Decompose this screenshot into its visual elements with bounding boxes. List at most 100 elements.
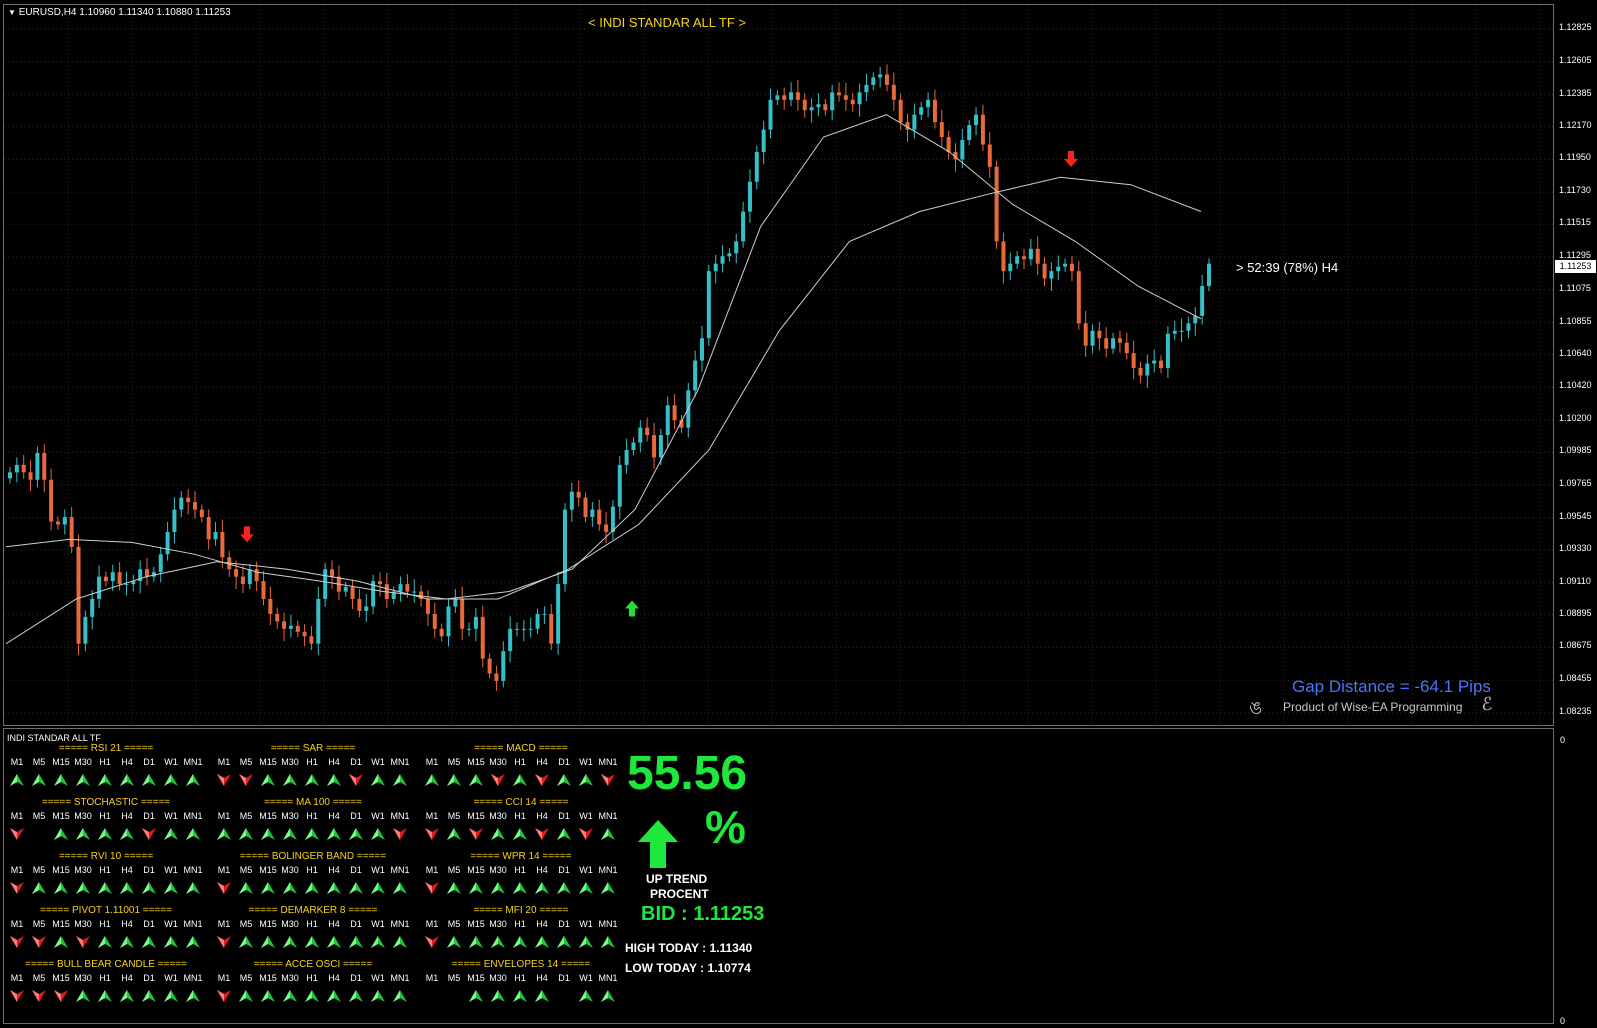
up-arrow-icon — [393, 882, 407, 894]
timeframe-label: M5 — [447, 919, 461, 929]
candle-body — [1117, 338, 1122, 343]
candle-body — [1022, 256, 1027, 260]
timeframe-label: MN1 — [598, 865, 618, 875]
indicator-block: ===== SAR ===== M1 M5 M15 M30 H1 H4 D1 W1 MN1 — [213, 743, 413, 797]
timeframe-label: H1 — [99, 811, 111, 821]
signal-up — [257, 989, 279, 1005]
candle-body — [28, 472, 33, 480]
up-arrow-icon — [557, 936, 571, 948]
indicator-block: ===== RVI 10 ===== M1 M5 M15 M30 H1 H4 D1 W1 MN1 — [6, 851, 206, 905]
candle-body — [974, 114, 979, 126]
timeframe-label: M30 — [281, 973, 299, 983]
candle-body — [1049, 271, 1054, 279]
signal-up — [575, 935, 597, 951]
signal-up — [345, 827, 367, 843]
indicator-block-title: ===== WPR 14 ===== — [470, 851, 572, 862]
candle-body — [535, 613, 540, 629]
up-arrow-icon — [349, 882, 363, 894]
timeframe-label: M5 — [32, 811, 46, 821]
price-tick-label: 1.10200 — [1559, 413, 1592, 424]
price-tick-label: 1.08455 — [1559, 673, 1592, 684]
timeframe-row: M1 M5 M15 M30 H1 H4 D1 W1 MN1 — [213, 973, 413, 985]
signal-none — [421, 989, 443, 1005]
candle-body — [282, 621, 287, 629]
collapse-triangle-icon[interactable]: ▼ — [8, 8, 16, 17]
up-arrow-icon — [98, 774, 112, 786]
up-arrow-icon — [305, 936, 319, 948]
signal-up — [257, 773, 279, 789]
timeframe-label: M15 — [52, 919, 70, 929]
timeframe-label: H1 — [99, 919, 111, 929]
signal-up — [443, 773, 465, 789]
down-arrow-icon — [76, 936, 90, 948]
candle-body — [42, 452, 47, 480]
timeframe-label: H4 — [536, 973, 548, 983]
up-arrow-icon — [76, 828, 90, 840]
up-arrow-icon — [164, 936, 178, 948]
up-arrow-icon — [239, 936, 253, 948]
up-arrow-icon — [491, 990, 505, 1002]
signal-row — [6, 773, 206, 789]
timeframe-label: W1 — [371, 865, 385, 875]
down-arrow-icon — [142, 828, 156, 840]
up-arrow-icon — [447, 828, 461, 840]
candle-body — [569, 491, 574, 510]
up-arrow-icon — [557, 882, 571, 894]
candle-body — [1200, 286, 1205, 316]
timeframe-label: H4 — [536, 919, 548, 929]
up-arrow-icon — [76, 882, 90, 894]
moving-averages — [5, 114, 1202, 645]
candle-body — [597, 509, 602, 525]
timeframe-label: M30 — [74, 757, 92, 767]
signal-up — [72, 881, 94, 897]
price-chart-pane[interactable] — [3, 4, 1554, 726]
low-today: LOW TODAY : 1.10774 — [625, 961, 751, 975]
candle-body — [871, 77, 876, 85]
candle-body — [220, 531, 225, 558]
timeframe-label: M5 — [447, 973, 461, 983]
up-arrow-icon — [579, 774, 593, 786]
signal-up — [116, 989, 138, 1005]
timeframe-label: H4 — [121, 811, 133, 821]
candle-body — [1111, 338, 1116, 349]
up-arrow-icon — [491, 882, 505, 894]
timeframe-label: D1 — [558, 973, 570, 983]
moving-average-line — [5, 176, 1202, 645]
timeframe-label: M5 — [239, 973, 253, 983]
up-arrow-icon — [10, 774, 24, 786]
up-arrow-icon — [283, 990, 297, 1002]
price-axis[interactable]: 1.12825 1.12605 1.12385 1.12170 1.11950 1.117… — [1554, 4, 1597, 1024]
candle-body — [480, 616, 485, 659]
candle-body — [508, 628, 513, 652]
timeframe-label: MN1 — [598, 973, 618, 983]
timeframe-label: H1 — [306, 973, 318, 983]
up-arrow-icon — [98, 828, 112, 840]
timeframe-label: M15 — [467, 757, 485, 767]
up-arrow-icon — [469, 936, 483, 948]
timeframe-label: MN1 — [390, 973, 410, 983]
timeframe-label: M15 — [467, 919, 485, 929]
candle-body — [980, 114, 985, 145]
candle-body — [816, 104, 821, 108]
up-arrow-icon — [164, 990, 178, 1002]
timeframe-row: M1 M5 M15 M30 H1 H4 D1 W1 MN1 — [213, 865, 413, 877]
down-arrow-icon — [217, 936, 231, 948]
up-arrow-icon — [371, 828, 385, 840]
candle-body — [1159, 360, 1164, 369]
up-arrow-icon — [349, 990, 363, 1002]
timeframe-label: M5 — [32, 973, 46, 983]
signal-up — [94, 773, 116, 789]
candle-body — [631, 442, 636, 450]
candle-body — [658, 435, 663, 458]
up-arrow-icon — [76, 774, 90, 786]
down-arrow-icon — [10, 882, 24, 894]
candle-body — [453, 599, 458, 607]
signal-up — [367, 827, 389, 843]
up-arrow-icon — [261, 828, 275, 840]
chart-window[interactable]: ▼ EURUSD,H4 1.10960 1.11340 1.10880 1.11… — [0, 0, 1597, 1028]
price-chart-canvas[interactable] — [4, 5, 1553, 725]
indicator-block: ===== BULL BEAR CANDLE ===== M1 M5 M15 M30 H1… — [6, 959, 206, 1013]
timeframe-label: H1 — [99, 865, 111, 875]
up-arrow-icon — [186, 882, 200, 894]
signal-up — [94, 935, 116, 951]
